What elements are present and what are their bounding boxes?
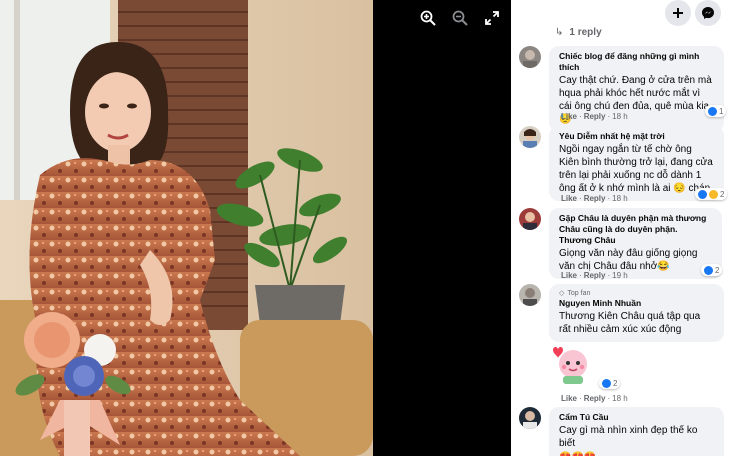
post-photo[interactable]	[0, 0, 373, 456]
comment-emoji: 😍😍😍	[559, 451, 714, 456]
reply-button[interactable]: Reply	[584, 271, 606, 280]
reply-button[interactable]: Reply	[584, 194, 606, 203]
comment-actions: Like · Reply · 18 h	[561, 112, 628, 121]
comment-author[interactable]: Nguyen Minh Nhuần	[559, 298, 714, 309]
like-button[interactable]: Like	[561, 112, 577, 121]
sticker-image	[549, 342, 593, 386]
reply-button[interactable]: Reply	[584, 394, 606, 403]
reaction-count[interactable]: 2	[701, 264, 723, 276]
photo-viewer	[0, 0, 511, 456]
messenger-icon[interactable]	[695, 0, 721, 26]
comment-bubble: Cẩm Tú Cầu Cay gì mà nhìn xinh đẹp thế k…	[549, 407, 724, 456]
comment-author[interactable]: Yêu Diễm nhất hệ mặt trời	[559, 131, 714, 142]
comment-author[interactable]: Cẩm Tú Cầu	[559, 412, 714, 423]
avatar[interactable]	[519, 126, 541, 148]
zoom-in-icon[interactable]	[418, 8, 438, 28]
reaction-count[interactable]: 1	[705, 105, 727, 117]
comment-time[interactable]: 18 h	[612, 112, 628, 121]
comment-bubble: ◇ Top fan Nguyen Minh Nhuần Thương Kiên C…	[549, 284, 724, 342]
avatar[interactable]	[519, 284, 541, 306]
comment-text: Cay gì mà nhìn xinh đẹp thế ko biết	[559, 425, 698, 449]
view-previous-replies[interactable]: ↳ 1 reply	[555, 27, 602, 38]
comment-time[interactable]: 18 h	[612, 194, 628, 203]
comment-time[interactable]: 18 h	[612, 394, 628, 403]
fullscreen-icon[interactable]	[482, 8, 502, 28]
avatar[interactable]	[519, 407, 541, 429]
zoom-out-icon[interactable]	[450, 8, 470, 28]
comment-actions: Like · Reply · 18 h	[561, 394, 628, 403]
panel-header	[511, 0, 730, 26]
comment-text: Ngồi ngay ngắn từ tế chờ ông Kiên bình t…	[559, 144, 713, 194]
avatar[interactable]	[519, 208, 541, 230]
like-reaction-icon	[708, 106, 717, 116]
comment-actions: Like · Reply · 19 h	[561, 271, 628, 280]
comment-text: Thương Kiên Châu quá tập qua rất nhiều c…	[559, 311, 701, 335]
like-button[interactable]: Like	[561, 271, 577, 280]
comment-author[interactable]: Gặp Châu là duyên phận mà thương Châu cũ…	[559, 213, 712, 246]
comment-author[interactable]: Chiếc blog để đăng những gì mình thích	[559, 51, 714, 73]
like-button[interactable]: Like	[561, 194, 577, 203]
top-fan-badge: ◇ Top fan	[559, 289, 591, 298]
comment-actions: Like · Reply · 18 h	[561, 194, 628, 203]
haha-reaction-icon	[709, 189, 718, 199]
plus-icon[interactable]	[665, 0, 691, 26]
reply-button[interactable]: Reply	[584, 112, 606, 121]
reply-arrow-icon: ↳	[555, 27, 564, 38]
comment-time[interactable]: 19 h	[612, 271, 628, 280]
comment-bubble: Gặp Châu là duyên phận mà thương Châu cũ…	[549, 208, 722, 279]
comments-panel: ↳ 1 reply Chiếc blog để đăng những gì mìn…	[511, 0, 730, 456]
like-reaction-icon	[704, 265, 713, 275]
viewer-toolbar	[418, 8, 502, 28]
like-reaction-icon	[602, 378, 611, 388]
avatar[interactable]	[519, 46, 541, 68]
comment-text: Giọng văn này đâu giống giọng văn chị Ch…	[559, 248, 698, 272]
reaction-count[interactable]: 2	[695, 188, 728, 200]
reaction-count[interactable]: 2	[599, 377, 621, 389]
like-button[interactable]: Like	[561, 394, 577, 403]
diamond-icon: ◇	[559, 290, 565, 297]
like-reaction-icon	[698, 189, 707, 199]
